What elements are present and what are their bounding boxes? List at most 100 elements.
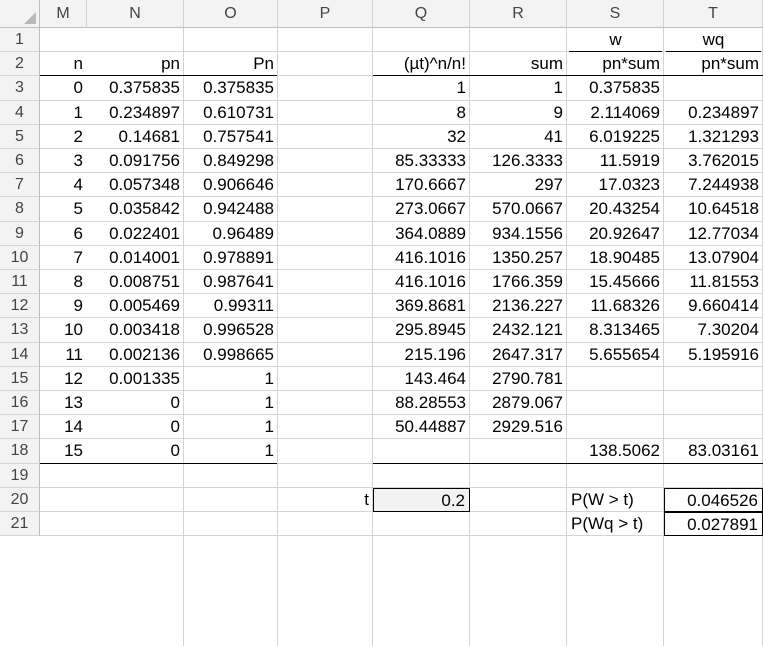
cell-pn-value[interactable]: 0.035842 — [87, 197, 184, 221]
cell-Pn-value[interactable]: 0.998665 — [184, 343, 278, 367]
cell-w-value[interactable]: 15.45666 — [567, 270, 664, 294]
column-header-n[interactable]: N — [87, 0, 184, 28]
cell-w-value[interactable]: 18.90485 — [567, 246, 664, 270]
cell-n-value[interactable]: 13 — [40, 391, 87, 415]
cell-pn-value[interactable]: 0.001335 — [87, 367, 184, 391]
cell-term-value[interactable]: 364.0889 — [373, 222, 470, 246]
row-header-7[interactable]: 7 — [0, 173, 40, 198]
cell-term-value[interactable]: 85.33333 — [373, 149, 470, 173]
column-header-o[interactable]: O — [184, 0, 278, 28]
cell-wq-value[interactable]: 7.30204 — [664, 318, 763, 342]
cell-pn-value[interactable]: 0 — [87, 415, 184, 439]
row-header-17[interactable]: 17 — [0, 415, 40, 440]
row-header-10[interactable]: 10 — [0, 245, 40, 270]
cell-n-value[interactable]: 6 — [40, 222, 87, 246]
cell-n-value[interactable]: 9 — [40, 294, 87, 318]
select-all-corner[interactable] — [0, 0, 40, 28]
cell-Pn-value[interactable]: 0.987641 — [184, 270, 278, 294]
cell-wq-value[interactable]: 0.234897 — [664, 101, 763, 125]
cell-wq-value[interactable]: 7.244938 — [664, 173, 763, 197]
cell-sum-value[interactable]: 2136.227 — [470, 294, 567, 318]
cell-pn-value[interactable]: 0 — [87, 439, 184, 463]
column-header-p[interactable]: P — [278, 0, 373, 28]
cell-s1-w-header[interactable]: w — [567, 28, 664, 52]
cell-wq-value[interactable]: 5.195916 — [664, 343, 763, 367]
cell-wq-value[interactable]: 12.77034 — [664, 222, 763, 246]
cell-sum-value[interactable]: 570.0667 — [470, 197, 567, 221]
cell-n-value[interactable]: 10 — [40, 318, 87, 342]
cell-Pn-value[interactable]: 0.610731 — [184, 101, 278, 125]
cell-Pn-value[interactable]: 1 — [184, 439, 278, 463]
cell-pn-value[interactable]: 0.002136 — [87, 343, 184, 367]
cell-term-value[interactable]: 170.6667 — [373, 173, 470, 197]
cell-term-value[interactable]: 416.1016 — [373, 246, 470, 270]
cell-term-value[interactable]: 32 — [373, 125, 470, 149]
cell-w-value[interactable]: 138.5062 — [567, 439, 664, 463]
cell-sum-value[interactable]: 934.1556 — [470, 222, 567, 246]
cell-sum-value[interactable]: 297 — [470, 173, 567, 197]
cell-w-value[interactable]: 0.375835 — [567, 76, 664, 100]
cell-wq-value[interactable] — [664, 76, 763, 100]
cell-pn-value[interactable]: 0.014001 — [87, 246, 184, 270]
cell-t21-pwq-result[interactable]: 0.027891 — [664, 512, 763, 537]
cell-Pn-value[interactable]: 0.757541 — [184, 125, 278, 149]
cell-t2-pnsum-header[interactable]: pn*sum — [664, 52, 763, 76]
cell-n-value[interactable]: 11 — [40, 343, 87, 367]
cell-r2-sum-header[interactable]: sum — [470, 52, 567, 76]
cell-wq-value[interactable]: 83.03161 — [664, 439, 763, 463]
cell-t20-pw-result[interactable]: 0.046526 — [664, 487, 763, 512]
cell-term-value[interactable]: 215.196 — [373, 343, 470, 367]
row-header-19[interactable]: 19 — [0, 463, 40, 488]
cell-term-value[interactable]: 369.8681 — [373, 294, 470, 318]
cell-pn-value[interactable]: 0 — [87, 391, 184, 415]
cell-Pn-value[interactable]: 0.96489 — [184, 222, 278, 246]
cell-s21-pwq-label[interactable]: P(Wq > t) — [567, 512, 664, 536]
cell-term-value[interactable]: 273.0667 — [373, 197, 470, 221]
cell-Pn-value[interactable]: 0.375835 — [184, 76, 278, 100]
cell-w-value[interactable]: 20.92647 — [567, 222, 664, 246]
cell-sum-value[interactable]: 2929.516 — [470, 415, 567, 439]
cell-sum-value[interactable]: 1 — [470, 76, 567, 100]
cell-term-value[interactable]: 143.464 — [373, 367, 470, 391]
cell-Pn-value[interactable]: 0.996528 — [184, 318, 278, 342]
cell-s2-pnsum-header[interactable]: pn*sum — [567, 52, 664, 76]
cell-Pn-value[interactable]: 0.906646 — [184, 173, 278, 197]
cell-wq-value[interactable]: 9.660414 — [664, 294, 763, 318]
column-header-s[interactable]: S — [567, 0, 664, 28]
row-header-21[interactable]: 21 — [0, 512, 40, 537]
cell-n-value[interactable]: 0 — [40, 76, 87, 100]
cell-o2-Pn-header[interactable]: Pn — [184, 52, 278, 76]
row-header-5[interactable]: 5 — [0, 124, 40, 149]
cell-Pn-value[interactable]: 0.978891 — [184, 246, 278, 270]
cell-w-value[interactable]: 11.5919 — [567, 149, 664, 173]
cell-q20-t-input[interactable]: 0.2 — [373, 487, 470, 512]
cell-term-value[interactable]: 50.44887 — [373, 415, 470, 439]
cell-pn-value[interactable]: 0.022401 — [87, 222, 184, 246]
cell-w-value[interactable]: 8.313465 — [567, 318, 664, 342]
row-header-6[interactable]: 6 — [0, 149, 40, 174]
cell-w-value[interactable]: 5.655654 — [567, 343, 664, 367]
cell-n-value[interactable]: 1 — [40, 101, 87, 125]
cell-wq-value[interactable]: 13.07904 — [664, 246, 763, 270]
cell-wq-value[interactable]: 1.321293 — [664, 125, 763, 149]
cell-Pn-value[interactable]: 0.99311 — [184, 294, 278, 318]
cell-Pn-value[interactable]: 1 — [184, 367, 278, 391]
cell-w-value[interactable]: 20.43254 — [567, 197, 664, 221]
cell-n-value[interactable]: 4 — [40, 173, 87, 197]
cell-w-value[interactable] — [567, 391, 664, 415]
cell-pn-value[interactable]: 0.14681 — [87, 125, 184, 149]
row-header-1[interactable]: 1 — [0, 28, 40, 53]
column-header-m[interactable]: M — [40, 0, 87, 28]
cell-sum-value[interactable]: 2432.121 — [470, 318, 567, 342]
cell-pn-value[interactable]: 0.008751 — [87, 270, 184, 294]
row-header-14[interactable]: 14 — [0, 342, 40, 367]
cell-sum-value[interactable]: 126.3333 — [470, 149, 567, 173]
cell-Pn-value[interactable]: 0.942488 — [184, 197, 278, 221]
row-header-8[interactable]: 8 — [0, 197, 40, 222]
cell-pn-value[interactable]: 0.375835 — [87, 76, 184, 100]
cell-term-value[interactable]: 8 — [373, 101, 470, 125]
cell-n-value[interactable]: 8 — [40, 270, 87, 294]
cell-n-value[interactable]: 2 — [40, 125, 87, 149]
cell-sum-value[interactable]: 2790.781 — [470, 367, 567, 391]
cell-Pn-value[interactable]: 1 — [184, 415, 278, 439]
